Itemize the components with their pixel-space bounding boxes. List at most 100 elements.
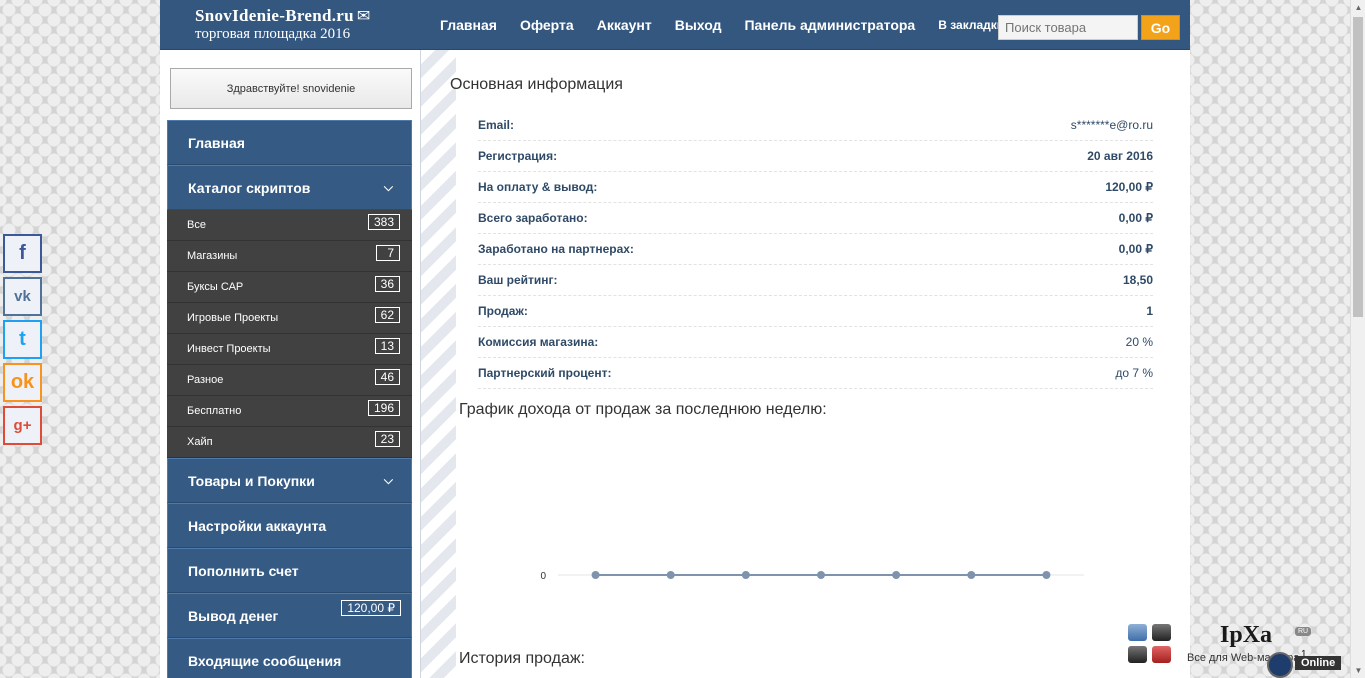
- income-chart: 02 сен 20163 сен 20164 сен 20165 сен 201…: [540, 571, 1084, 582]
- count-badge: 383: [367, 214, 400, 230]
- catalog-item-label: Хайп: [187, 436, 213, 448]
- facebook-icon[interactable]: f: [3, 234, 42, 273]
- sidebar-item-label: Вывод денег: [188, 607, 279, 624]
- count-badge: 62: [374, 307, 400, 323]
- main-content: Основная информация Email: s*******e@ro.r…: [422, 50, 1190, 678]
- data-point: [741, 571, 750, 579]
- info-key: Всего заработано:: [478, 211, 588, 225]
- chevron-down-icon: ⌵: [383, 473, 393, 487]
- search-button[interactable]: Go: [1141, 15, 1180, 40]
- sidebar-item-goods-purchases[interactable]: Товары и Покупки ⌵: [167, 458, 412, 503]
- nav-logout[interactable]: Выход: [675, 17, 722, 33]
- scrollbar-thumb[interactable]: [1353, 17, 1363, 317]
- data-point: [1042, 571, 1051, 579]
- catalog-item-hype[interactable]: Хайп 23: [167, 427, 412, 458]
- sidebar-item-account-settings[interactable]: Настройки аккаунта: [167, 503, 412, 548]
- catalog-item-invest[interactable]: Инвест Проекты 13: [167, 334, 412, 365]
- chart-title: График дохода от продаж за последнюю нед…: [459, 401, 827, 418]
- count-badge: 36: [374, 276, 400, 292]
- data-point: [817, 571, 825, 579]
- catalog-item-games[interactable]: Игровые Проекты 62: [167, 303, 412, 334]
- catalog-item-label: Буксы САР: [187, 281, 244, 293]
- info-value: 0,00 ₽: [1118, 211, 1153, 225]
- info-value: 0,00 ₽: [1118, 242, 1153, 256]
- info-value: s*******e@ro.ru: [1070, 118, 1153, 132]
- sidebar-item-scripts-catalog[interactable]: Каталог скриптов ⌵: [167, 165, 412, 210]
- info-row: Ваш рейтинг: 18,50: [478, 265, 1153, 296]
- sidebar-item-withdraw[interactable]: Вывод денег 120,00 ₽: [167, 593, 412, 638]
- online-label: Online: [1295, 656, 1342, 670]
- info-row: Продаж: 1: [478, 296, 1153, 327]
- red-square-icon: [1152, 646, 1171, 663]
- page-container: Здравствуйте! snovidenie Главная Каталог…: [160, 50, 1190, 678]
- blue-square-icon: [1128, 624, 1147, 641]
- info-row: Партнерский процент: до 7 %: [478, 358, 1153, 389]
- catalog-item-bux[interactable]: Буксы САР 36: [167, 272, 412, 303]
- info-row: На оплату & вывод: 120,00 ₽: [478, 172, 1153, 203]
- search-input[interactable]: [998, 15, 1138, 40]
- info-value: 120,00 ₽: [1105, 180, 1153, 194]
- data-point: [892, 571, 901, 579]
- widget-buttons[interactable]: [1127, 623, 1173, 665]
- info-key: Заработано на партнерах:: [478, 242, 634, 256]
- catalog-item-label: Все: [187, 219, 206, 231]
- info-key: Партнерский процент:: [478, 366, 612, 380]
- info-row: Регистрация: 20 авг 2016: [478, 141, 1153, 172]
- sidebar-item-label: Настройки аккаунта: [188, 517, 327, 534]
- section-title: Основная информация: [450, 76, 623, 93]
- sidebar-menu: Главная Каталог скриптов ⌵ Все 383 Магази…: [167, 120, 412, 678]
- top-bar: SnovIdenie-Brend.ru ✉ торговая площадка 2…: [160, 0, 1190, 50]
- logo-title: SnovIdenie-Brend.ru: [195, 6, 354, 25]
- balance-badge: 120,00 ₽: [341, 600, 401, 616]
- sidebar-item-inbox[interactable]: Входящие сообщения: [167, 638, 412, 678]
- catalog-item-free[interactable]: Бесплатно 196: [167, 396, 412, 427]
- catalog-item-label: Игровые Проекты: [187, 312, 279, 324]
- sidebar-item-label: Пополнить счет: [188, 562, 299, 579]
- scroll-up-icon[interactable]: ▲: [1351, 0, 1365, 15]
- mail-icon: ✉: [356, 8, 371, 25]
- nav-account[interactable]: Аккаунт: [597, 17, 652, 33]
- logo-subtitle: торговая площадка 2016: [195, 26, 351, 42]
- dark-square-icon: [1152, 624, 1171, 641]
- nav-offer[interactable]: Оферта: [520, 17, 574, 33]
- info-key: Продаж:: [478, 304, 528, 318]
- catalog-item-label: Магазины: [187, 250, 238, 262]
- y-tick-label: 0: [540, 571, 546, 582]
- count-badge: 196: [367, 400, 400, 416]
- count-badge: 7: [376, 245, 400, 261]
- count-badge: 23: [374, 431, 400, 447]
- catalog-item-label: Инвест Проекты: [187, 343, 271, 355]
- data-point: [967, 571, 976, 579]
- ipxa-logo: IpXa: [1220, 622, 1273, 648]
- catalog-item-all[interactable]: Все 383: [167, 210, 412, 241]
- nav-bookmarks[interactable]: В закладки: [938, 18, 1004, 32]
- googleplus-icon[interactable]: g+: [3, 406, 42, 445]
- scrollbar[interactable]: ▲ ▼: [1350, 0, 1365, 678]
- catalog-item-misc[interactable]: Разное 46: [167, 365, 412, 396]
- odnoklassniki-icon[interactable]: ok: [3, 363, 42, 402]
- site-logo[interactable]: SnovIdenie-Brend.ru ✉ торговая площадка 2…: [195, 6, 371, 42]
- scroll-down-icon[interactable]: ▼: [1351, 663, 1365, 678]
- sidebar-item-home[interactable]: Главная: [167, 120, 412, 165]
- data-point: [591, 571, 600, 579]
- nav-admin-panel[interactable]: Панель администратора: [744, 17, 915, 33]
- online-counter[interactable]: 1 Online: [1265, 648, 1345, 678]
- sidebar-item-top-up[interactable]: Пополнить счет: [167, 548, 412, 593]
- info-value: 20 авг 2016: [1087, 149, 1153, 163]
- info-value: 20 %: [1125, 335, 1153, 349]
- ru-badge: RU: [1295, 627, 1312, 636]
- info-row: Всего заработано: 0,00 ₽: [478, 203, 1153, 234]
- nav-home[interactable]: Главная: [440, 17, 497, 33]
- sidebar-item-label: Каталог скриптов: [188, 179, 311, 196]
- vk-icon[interactable]: vk: [3, 277, 42, 316]
- main-nav: Главная Оферта Аккаунт Выход Панель адми…: [440, 0, 1027, 50]
- info-key: Регистрация:: [478, 149, 558, 163]
- info-value: до 7 %: [1115, 366, 1153, 380]
- twitter-icon[interactable]: t: [3, 320, 42, 359]
- catalog-item-shops[interactable]: Магазины 7: [167, 241, 412, 272]
- chevron-down-icon: ⌵: [383, 180, 393, 194]
- catalog-item-label: Разное: [187, 374, 224, 386]
- greeting-box: Здравствуйте! snovidenie: [170, 68, 412, 109]
- info-key: На оплату & вывод:: [478, 180, 598, 194]
- sidebar-item-label: Входящие сообщения: [188, 652, 342, 669]
